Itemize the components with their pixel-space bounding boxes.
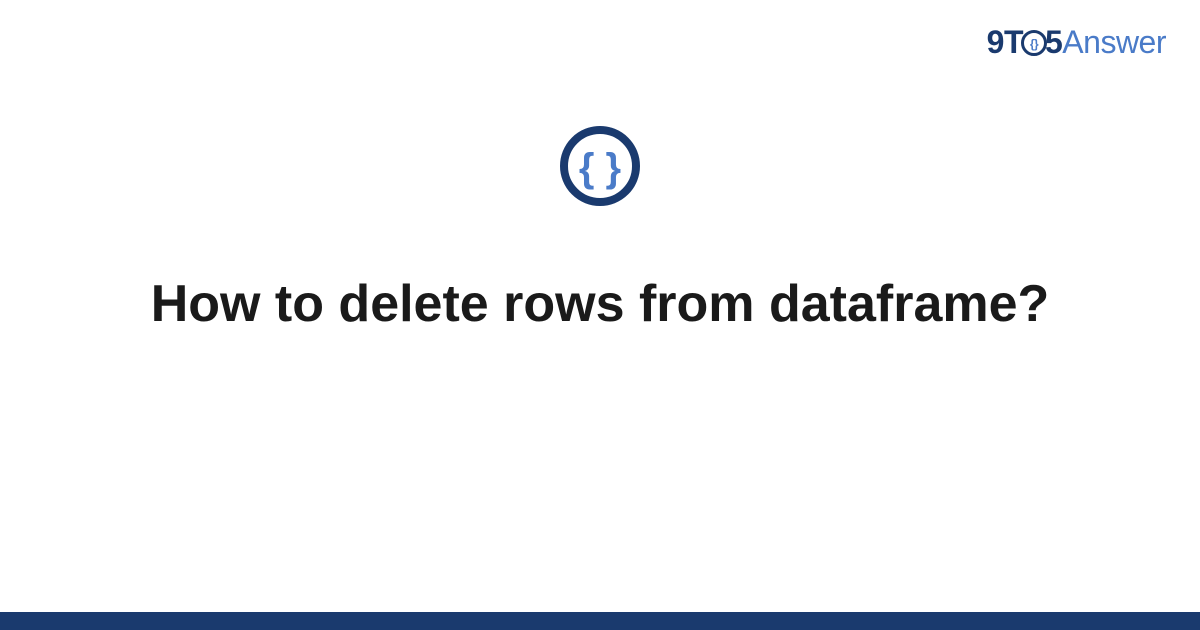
- svg-text:{}: {}: [1030, 37, 1039, 51]
- page-title: How to delete rows from dataframe?: [151, 272, 1050, 337]
- brand-text-9t: 9T: [987, 24, 1023, 60]
- main-content: { } How to delete rows from dataframe?: [0, 125, 1200, 337]
- svg-text:{ }: { }: [579, 146, 621, 190]
- brand-text-5: 5: [1045, 24, 1062, 60]
- footer-bar: [0, 612, 1200, 630]
- site-logo: 9T {} 5Answer: [987, 24, 1166, 61]
- brand-text-answer: Answer: [1062, 24, 1166, 60]
- brand-o-icon: {}: [1021, 30, 1047, 56]
- braces-icon: { }: [559, 125, 641, 212]
